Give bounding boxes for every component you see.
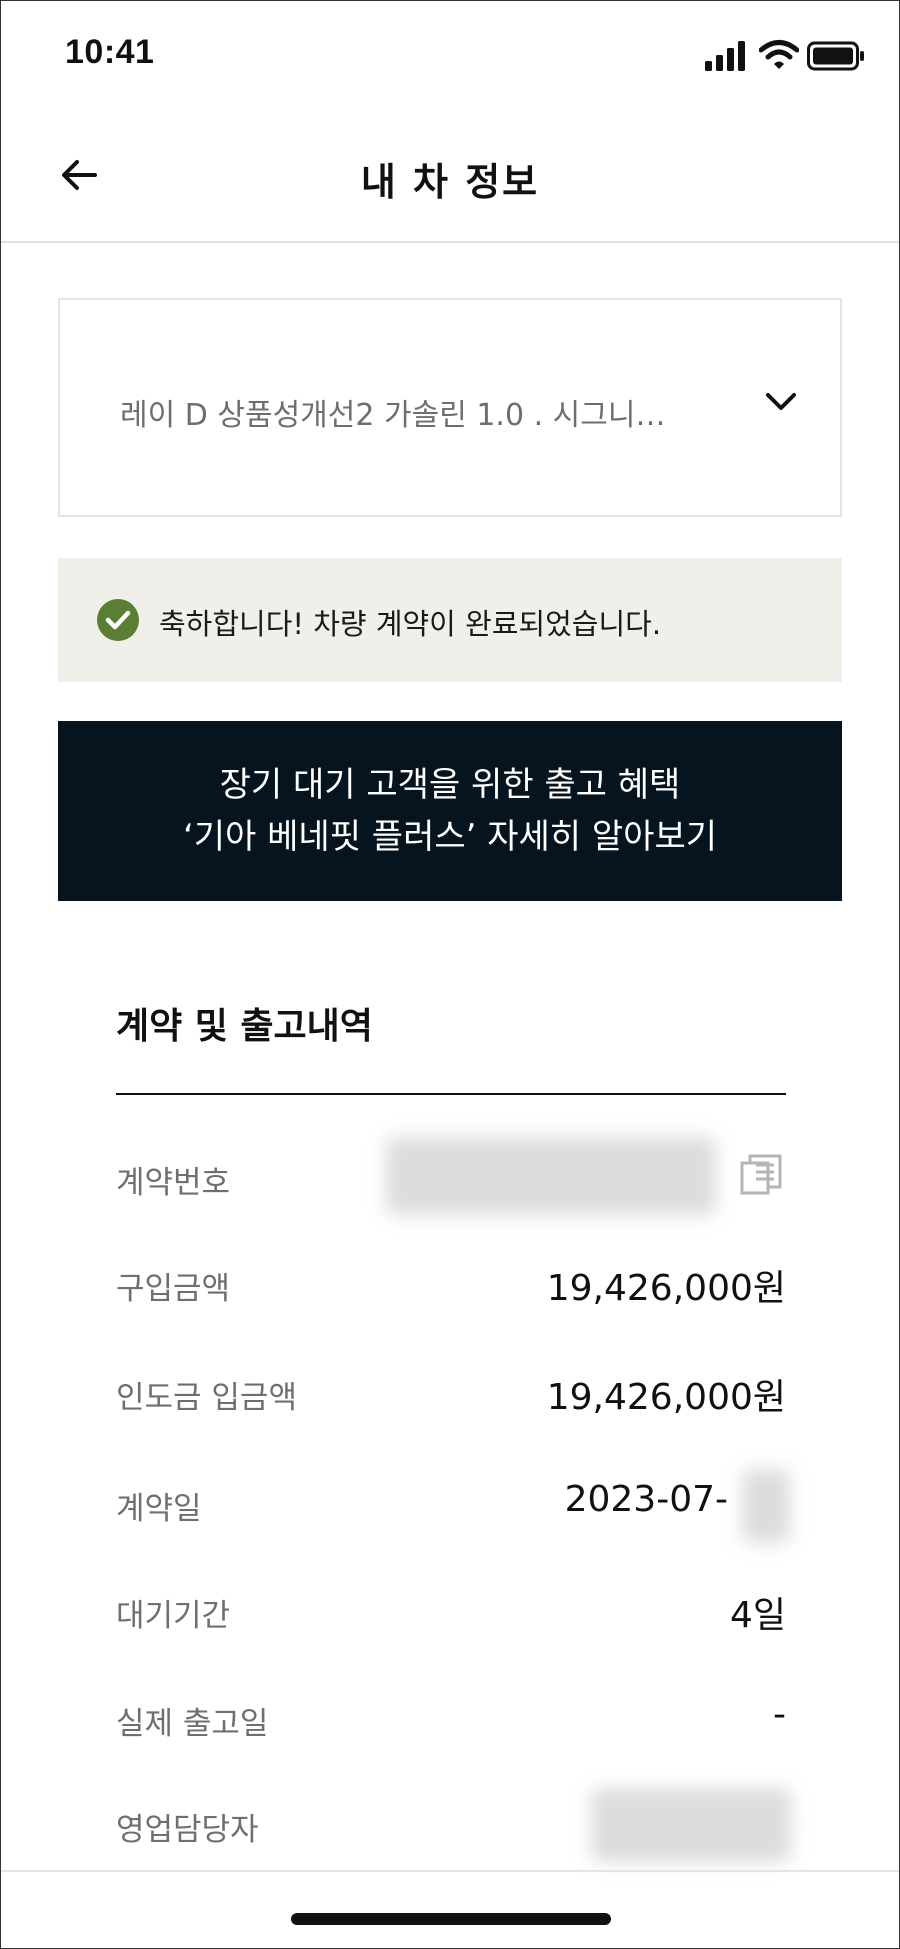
row-value: 19,426,000원: [546, 1268, 786, 1309]
section-title: 계약 및 출고내역: [116, 1006, 373, 1047]
app-screen: 10:41 내 차 정보 레이 D 상품성개선2 가솔린 1.0 . 시그니…: [0, 0, 900, 1949]
sales-manager-row: 영업담당자: [116, 1788, 791, 1862]
row-value: 2023-07-: [564, 1479, 728, 1520]
row-value: 19,426,000원: [546, 1377, 786, 1418]
status-bar: 10:41: [1, 1, 899, 111]
waiting-period-row: 대기기간 4일: [116, 1582, 786, 1642]
purchase-amount-row: 구입금액 19,426,000원: [116, 1255, 786, 1315]
section-divider: [116, 1093, 786, 1095]
wifi-icon: [759, 40, 799, 69]
vehicle-selected-text: 레이 D 상품성개선2 가솔린 1.0 . 시그니…: [120, 398, 666, 433]
row-label: 구입금액: [116, 1271, 231, 1307]
row-label: 대기기간: [116, 1598, 231, 1634]
header: 내 차 정보: [1, 121, 899, 243]
row-label: 계약번호: [116, 1165, 231, 1201]
contract-number-row: 계약번호: [116, 1137, 786, 1215]
contract-date-row: 계약일 2023-07-: [116, 1469, 790, 1543]
row-label: 실제 출고일: [116, 1706, 269, 1742]
vehicle-dropdown[interactable]: 레이 D 상품성개선2 가솔린 1.0 . 시그니…: [58, 298, 842, 517]
chevron-down-icon: [766, 393, 796, 410]
redacted-sales-manager: [591, 1788, 791, 1862]
status-time: 10:41: [65, 33, 155, 71]
home-indicator[interactable]: [291, 1913, 611, 1925]
redacted-date-day: [742, 1469, 790, 1543]
check-circle-icon: [97, 599, 139, 641]
contract-complete-notice: 축하합니다! 차량 계약이 완료되었습니다.: [58, 558, 842, 682]
row-label: 영업담당자: [116, 1812, 259, 1848]
redacted-contract-number: [386, 1137, 716, 1215]
actual-delivery-date-row: 실제 출고일 -: [116, 1690, 786, 1750]
signal-icon: [705, 41, 745, 71]
banner-line-1: 장기 대기 고객을 위한 출고 혜택: [219, 765, 681, 805]
row-label: 계약일: [116, 1491, 202, 1527]
row-value: -: [773, 1694, 786, 1735]
benefit-plus-banner[interactable]: 장기 대기 고객을 위한 출고 혜택 ‘기아 베네핏 플러스’ 자세히 알아보기: [58, 721, 842, 901]
banner-line-2: ‘기아 베네핏 플러스’ 자세히 알아보기: [182, 817, 718, 857]
row-value: 4일: [729, 1595, 786, 1636]
delivery-deposit-row: 인도금 입금액 19,426,000원: [116, 1364, 786, 1424]
bottom-divider: [1, 1870, 899, 1872]
battery-icon: [807, 41, 864, 71]
copy-icon[interactable]: [738, 1151, 786, 1199]
notice-text: 축하합니다! 차량 계약이 완료되었습니다.: [159, 607, 662, 641]
row-label: 인도금 입금액: [116, 1380, 297, 1416]
page-title: 내 차 정보: [360, 160, 540, 204]
